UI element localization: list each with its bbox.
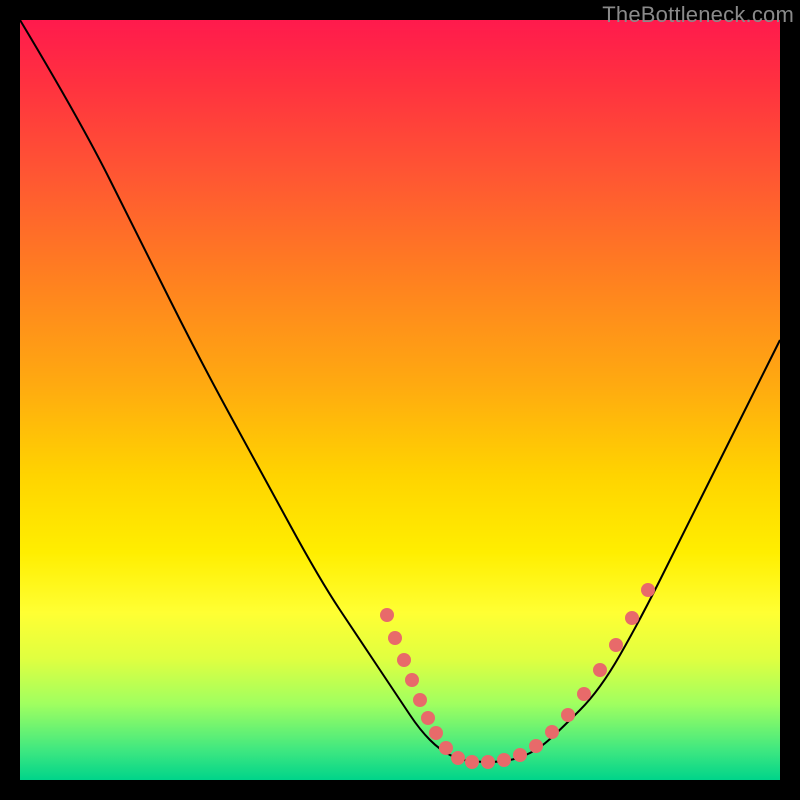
- marker-dot: [439, 741, 453, 755]
- marker-group: [380, 583, 655, 769]
- marker-dot: [413, 693, 427, 707]
- bottleneck-curve: [20, 20, 780, 762]
- marker-dot: [529, 739, 543, 753]
- marker-dot: [388, 631, 402, 645]
- marker-dot: [593, 663, 607, 677]
- marker-dot: [545, 725, 559, 739]
- marker-dot: [609, 638, 623, 652]
- marker-dot: [397, 653, 411, 667]
- marker-dot: [405, 673, 419, 687]
- plot-area: [20, 20, 780, 780]
- marker-dot: [641, 583, 655, 597]
- marker-dot: [497, 753, 511, 767]
- chart-frame: TheBottleneck.com: [0, 0, 800, 800]
- marker-dot: [421, 711, 435, 725]
- marker-dot: [429, 726, 443, 740]
- marker-dot: [451, 751, 465, 765]
- marker-dot: [625, 611, 639, 625]
- chart-svg: [20, 20, 780, 780]
- marker-dot: [380, 608, 394, 622]
- marker-dot: [577, 687, 591, 701]
- marker-dot: [513, 748, 527, 762]
- marker-dot: [481, 755, 495, 769]
- watermark-text: TheBottleneck.com: [602, 2, 794, 28]
- marker-dot: [561, 708, 575, 722]
- marker-dot: [465, 755, 479, 769]
